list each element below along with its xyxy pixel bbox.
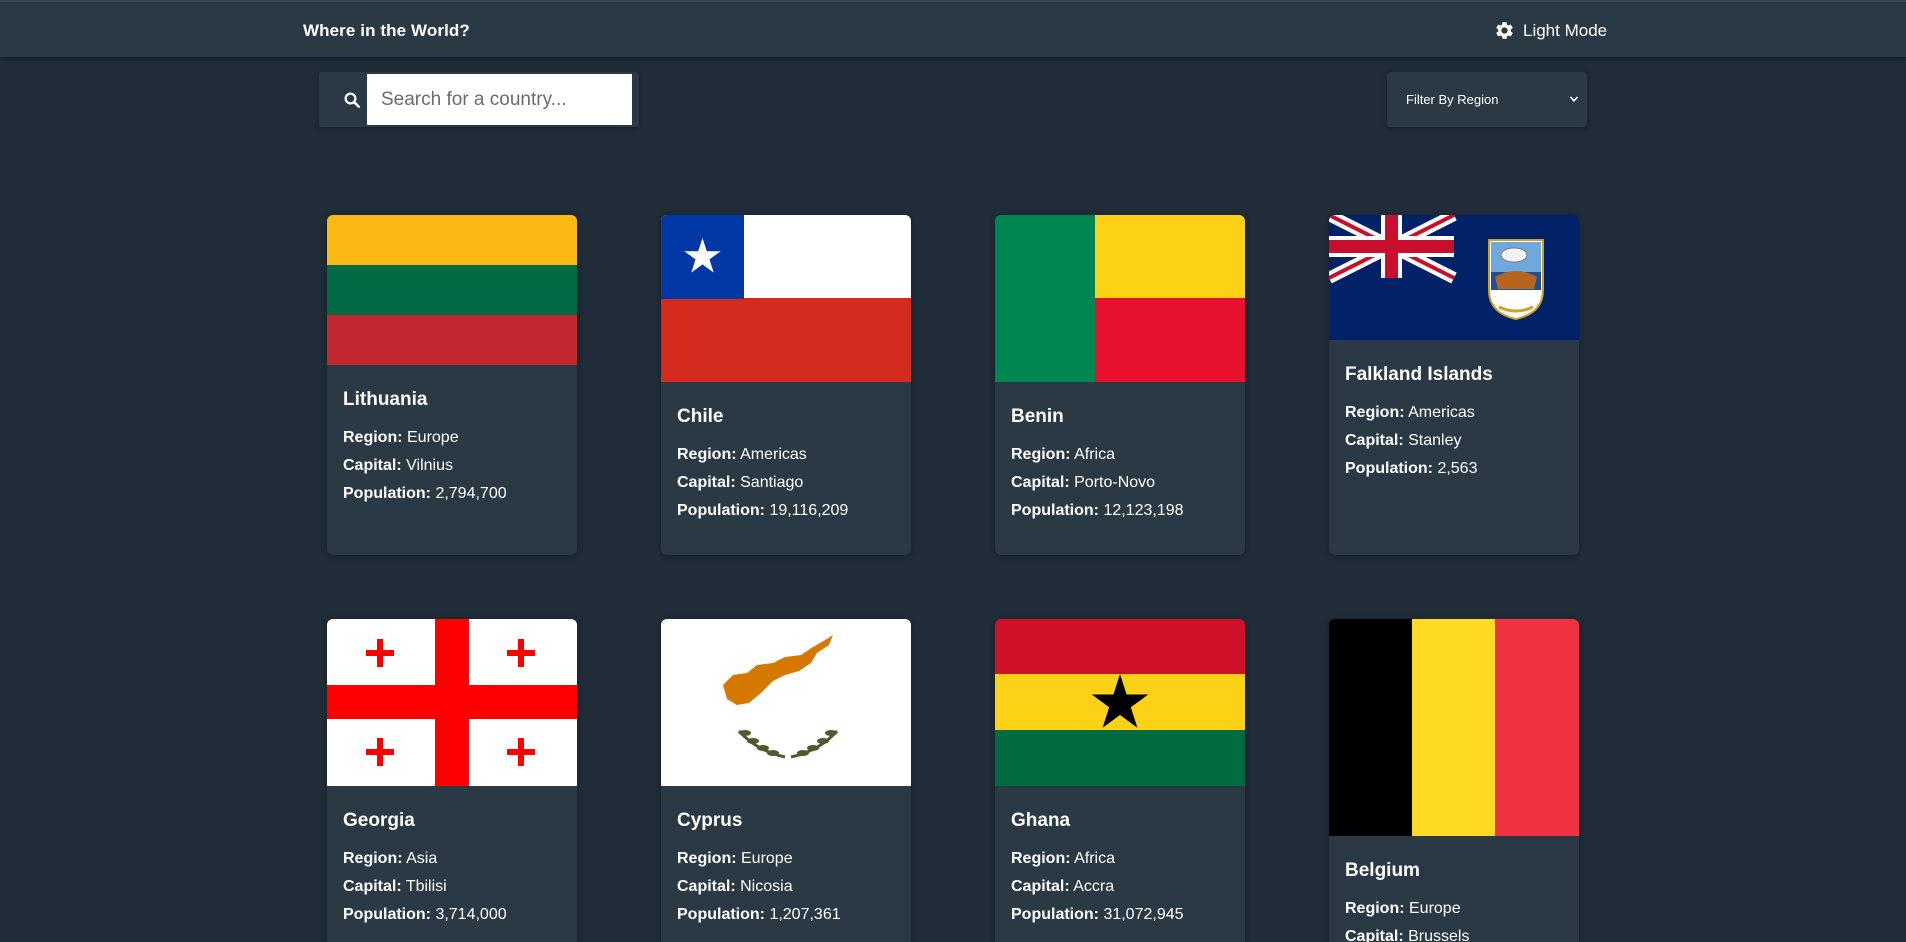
population-line: Population: 3,714,000 [343,906,507,923]
flag-lithuania [327,215,577,365]
population-line: Population: 31,072,945 [1011,906,1184,923]
region-filter-label: Filter By Region [1406,92,1499,107]
country-name: Benin [1011,406,1064,427]
capital-line: Capital: Accra [1011,878,1115,895]
region-line: Region: Americas [677,446,807,463]
country-name: Georgia [343,810,415,831]
app-header: Where in the World? Light Mode [0,0,1906,57]
region-line: Region: Europe [1345,900,1461,917]
region-line: Region: Europe [677,850,793,867]
country-card-ghana[interactable]: Ghana Region: Africa Capital: Accra Popu… [995,619,1245,942]
capital-line: Capital: Santiago [677,474,804,491]
country-card-lithuania[interactable]: Lithuania Region: Europe Capital: Vilniu… [327,215,577,555]
region-filter-select[interactable]: Filter By Region [1387,72,1587,127]
flag-chile [661,215,911,382]
country-name: Chile [677,406,724,427]
flag-cyprus [661,619,911,786]
flag-ghana [995,619,1245,786]
country-card-georgia[interactable]: Georgia Region: Asia Capital: Tbilisi Po… [327,619,577,942]
population-line: Population: 19,116,209 [677,502,849,519]
country-name: Belgium [1345,860,1420,881]
population-line: Population: 1,207,361 [677,906,841,923]
region-line: Region: Africa [1011,850,1116,867]
theme-toggle-button[interactable]: Light Mode [1494,20,1607,41]
region-line: Region: Asia [343,850,438,867]
country-card-cyprus[interactable]: Cyprus Region: Europe Capital: Nicosia P… [661,619,911,942]
search-input[interactable] [367,74,632,125]
country-name: Cyprus [677,810,743,831]
flag-benin [995,215,1245,382]
search-box [319,72,639,127]
region-line: Region: Europe [343,429,459,446]
country-name: Lithuania [343,389,428,410]
capital-line: Capital: Vilnius [343,457,453,474]
app-title: Where in the World? [303,21,470,40]
capital-line: Capital: Tbilisi [343,878,447,895]
flag-falkland-islands [1329,215,1579,340]
country-name: Falkland Islands [1345,364,1493,385]
country-card-benin[interactable]: Benin Region: Africa Capital: Porto-Novo… [995,215,1245,555]
population-line: Population: 12,123,198 [1011,502,1184,519]
flag-georgia [327,619,577,786]
population-line: Population: 2,794,700 [343,485,507,502]
country-name: Ghana [1011,810,1071,831]
theme-toggle-label: Light Mode [1523,20,1608,40]
country-card-chile[interactable]: Chile Region: Americas Capital: Santiago… [661,215,911,555]
region-line: Region: Americas [1345,404,1475,421]
region-line: Region: Africa [1011,446,1116,463]
chevron-down-icon [1569,96,1579,102]
flag-belgium [1329,619,1579,836]
country-card-falkland-islands[interactable]: Falkland Islands Region: Americas Capita… [1329,215,1579,555]
capital-line: Capital: Nicosia [677,878,793,895]
search-icon [344,92,361,109]
capital-line: Capital: Brussels [1345,928,1470,942]
country-card-belgium[interactable]: Belgium Region: Europe Capital: Brussels [1329,619,1579,942]
gear-icon [1496,22,1513,39]
population-line: Population: 2,563 [1345,460,1478,477]
capital-line: Capital: Porto-Novo [1011,474,1156,491]
capital-line: Capital: Stanley [1345,432,1462,449]
